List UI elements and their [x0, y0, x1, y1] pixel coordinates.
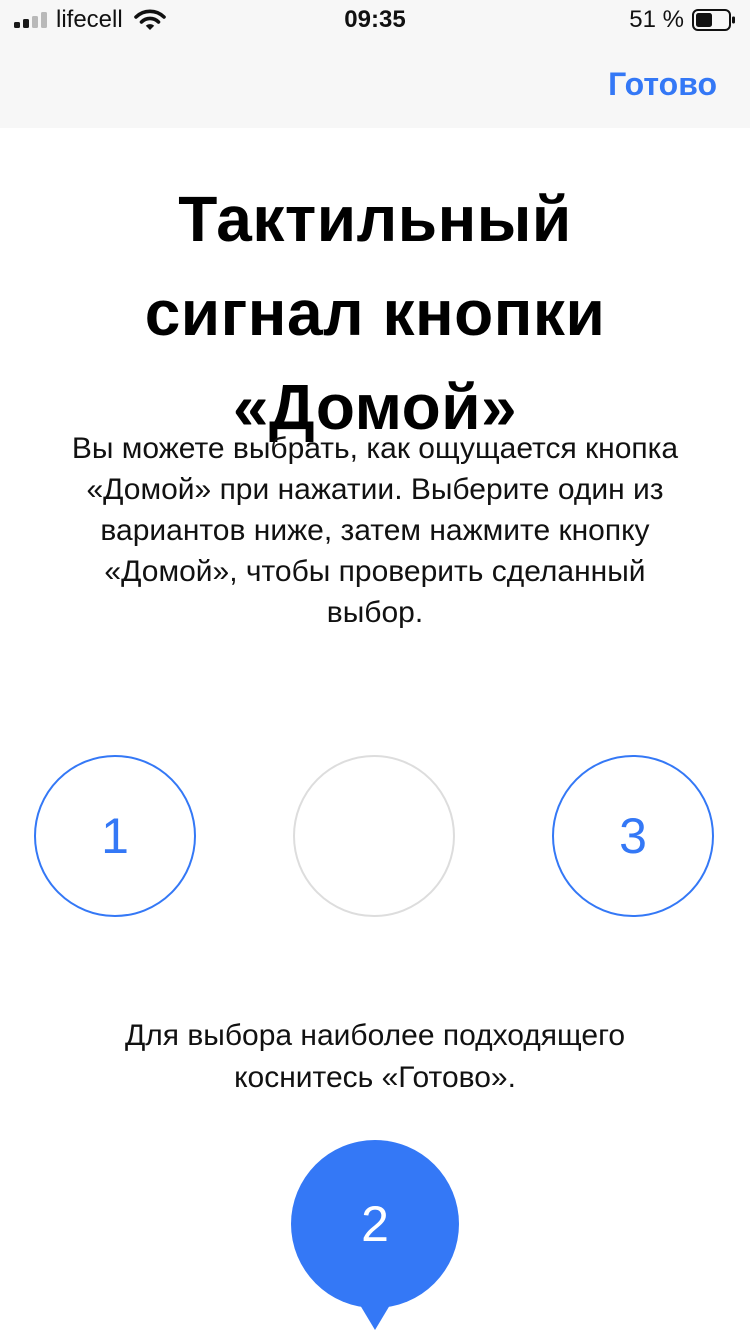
done-button[interactable]: Готово [608, 66, 717, 102]
battery-percent: 51 % [629, 6, 684, 33]
haptic-option-3[interactable]: 3 [552, 755, 714, 917]
page-title: Тактильный сигнал кнопки «Домой» [144, 183, 606, 443]
haptic-option-2-placeholder[interactable] [293, 755, 455, 917]
navigation-bar: Готово [0, 40, 750, 128]
hint-text: Для выбора наиболее подходящего коснитес… [124, 1019, 626, 1094]
description-text: Вы можете выбрать, как ощущается кнопка … [71, 432, 679, 629]
option-label: 3 [619, 808, 647, 864]
haptic-option-1[interactable]: 1 [34, 755, 196, 917]
battery-icon [692, 8, 736, 32]
selected-option-label: 2 [361, 1196, 389, 1252]
option-label: 1 [101, 808, 129, 864]
selected-option-bubble[interactable]: 2 [291, 1140, 459, 1334]
status-bar: lifecell 09:35 51 % [0, 0, 750, 40]
